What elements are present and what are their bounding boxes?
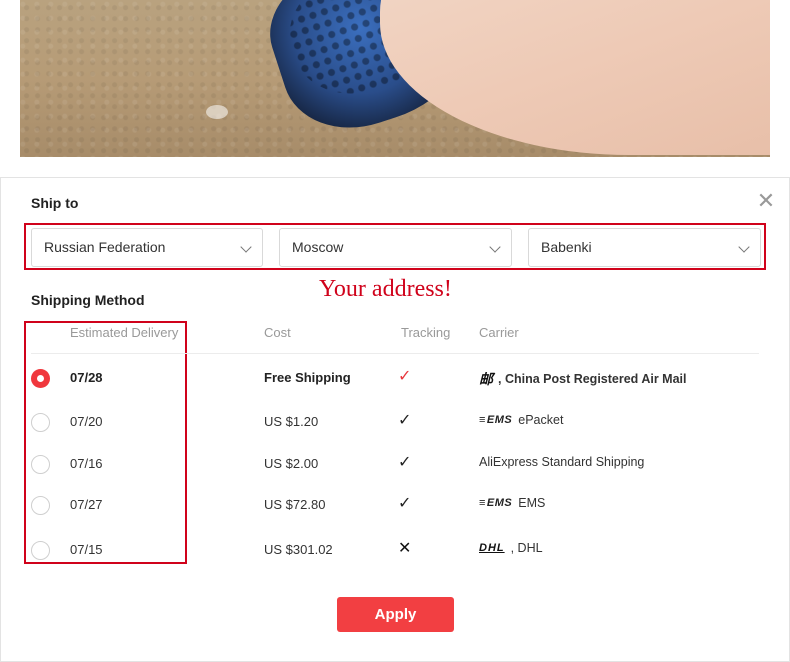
carrier-name: EMS [518, 496, 546, 510]
delivery-date: 07/27 [70, 497, 103, 512]
shipping-option-row[interactable]: 07/15 US $301.02 ✕ DHL , DHL [1, 529, 790, 569]
column-header-carrier: Carrier [479, 325, 519, 340]
carrier: EMS EMS [479, 496, 545, 510]
delivery-date: 07/20 [70, 414, 103, 429]
district-select-value: Babenki [541, 239, 592, 255]
carrier: EMS ePacket [479, 413, 564, 427]
china-post-logo: 邮 [479, 371, 493, 387]
shipping-option-row[interactable]: 07/28 Free Shipping ✓ 邮 , China Post Reg… [1, 357, 790, 397]
carrier-name: , DHL [510, 541, 543, 555]
shipping-cost: US $2.00 [264, 456, 319, 471]
carrier: DHL , DHL [479, 541, 543, 555]
shipping-cost: US $72.80 [264, 497, 326, 512]
shipping-option-row[interactable]: 07/27 US $72.80 ✓ EMS EMS [1, 484, 790, 524]
district-select[interactable]: Babenki [528, 228, 761, 267]
header-divider [31, 353, 759, 354]
column-header-cost: Cost [264, 325, 291, 340]
shipping-method-title: Shipping Method [31, 292, 145, 308]
chevron-down-icon [240, 241, 252, 253]
shipping-cost: US $1.20 [264, 414, 319, 429]
carrier-name: ePacket [518, 413, 564, 427]
chevron-down-icon [738, 241, 750, 253]
close-icon[interactable]: ✕ [756, 191, 776, 213]
pebble-image [206, 105, 228, 119]
tracking-check-icon: ✓ [398, 452, 412, 471]
tracking-cross-icon: ✕ [398, 538, 412, 557]
delivery-date: 07/16 [70, 456, 103, 471]
dhl-logo: DHL [479, 542, 505, 554]
carrier-name: , China Post Registered Air Mail [498, 372, 687, 386]
carrier: AliExpress Standard Shipping [479, 455, 644, 469]
tracking-check-icon: ✓ [398, 366, 412, 385]
radio-button[interactable] [31, 455, 50, 474]
city-select[interactable]: Moscow [279, 228, 512, 267]
radio-button[interactable] [31, 496, 50, 515]
address-annotation: Your address! [319, 276, 452, 302]
product-photo [20, 0, 770, 157]
delivery-date: 07/15 [70, 542, 103, 557]
carrier-name: AliExpress Standard Shipping [479, 455, 645, 469]
ship-to-title: Ship to [31, 195, 79, 211]
carrier: 邮 , China Post Registered Air Mail [479, 369, 686, 389]
shipping-cost: US $301.02 [264, 542, 333, 557]
delivery-date: 07/28 [70, 370, 103, 385]
apply-button[interactable]: Apply [337, 597, 454, 632]
tracking-check-icon: ✓ [398, 493, 412, 512]
city-select-value: Moscow [292, 239, 344, 255]
radio-button[interactable] [31, 413, 50, 432]
shipping-dialog: ✕ Ship to Russian Federation Moscow Babe… [0, 177, 790, 662]
country-select[interactable]: Russian Federation [31, 228, 263, 267]
radio-button-selected[interactable] [31, 369, 50, 388]
column-header-tracking: Tracking [401, 325, 451, 340]
tracking-check-icon: ✓ [398, 410, 412, 429]
shipping-option-row[interactable]: 07/20 US $1.20 ✓ EMS ePacket [1, 401, 790, 441]
shipping-option-row[interactable]: 07/16 US $2.00 ✓ AliExpress Standard Shi… [1, 443, 790, 483]
radio-button[interactable] [31, 541, 50, 560]
ems-logo: EMS [479, 497, 512, 509]
column-header-delivery: Estimated Delivery [70, 325, 179, 340]
ems-logo: EMS [479, 414, 512, 426]
chevron-down-icon [489, 241, 501, 253]
shipping-cost: Free Shipping [264, 370, 351, 385]
country-select-value: Russian Federation [44, 239, 166, 255]
